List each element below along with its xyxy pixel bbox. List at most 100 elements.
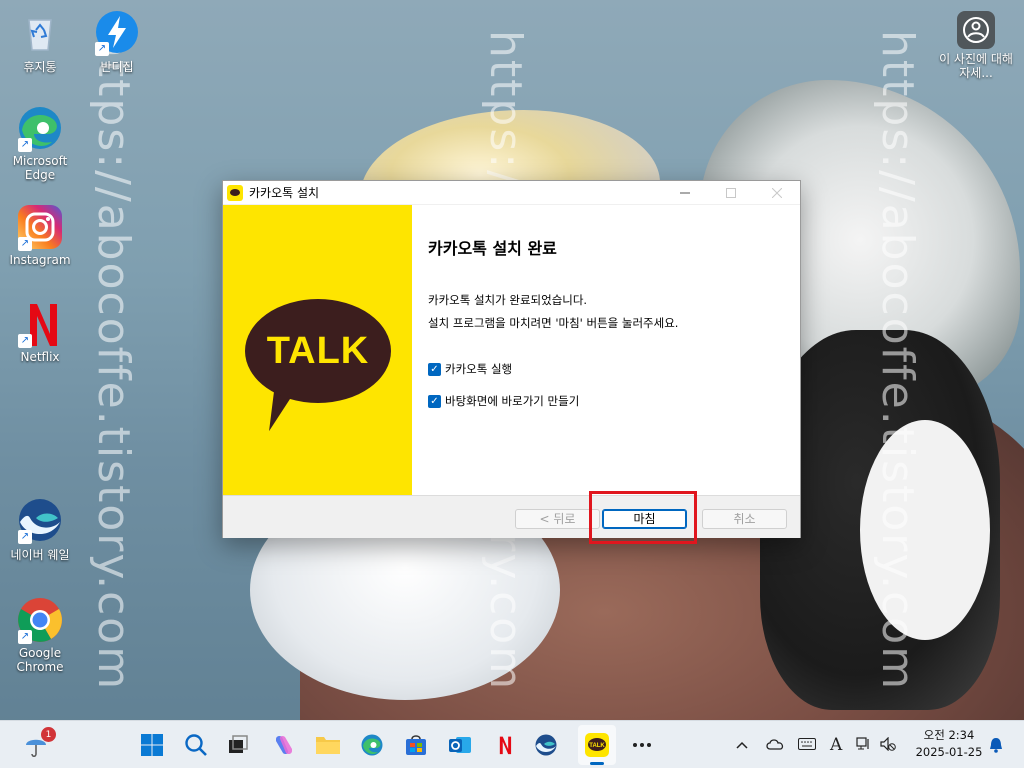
copilot-button[interactable]: [268, 729, 300, 761]
desktop-shortcut-checkbox[interactable]: ✓ 바탕화면에 바로가기 만들기: [428, 393, 784, 409]
desktop-icon-instagram[interactable]: ↗ Instagram: [2, 203, 78, 267]
talk-logo-text: TALK: [266, 329, 370, 372]
volume-muted-icon[interactable]: [880, 736, 897, 754]
desktop-icon-netflix[interactable]: ↗ Netflix: [2, 300, 78, 364]
task-view-icon: [229, 735, 248, 753]
checkbox-checked-icon[interactable]: ✓: [428, 362, 441, 376]
back-button[interactable]: < 뒤로: [515, 509, 600, 529]
checkbox-label: 카카오톡 실행: [445, 362, 513, 376]
shortcut-arrow-icon: ↗: [18, 237, 32, 251]
installer-panel: 카카오톡 설치 완료 카카오톡 설치가 완료되었습니다. 설치 프로그램을 마치…: [412, 205, 800, 495]
shortcut-arrow-icon: ↗: [18, 630, 32, 644]
search-button[interactable]: [180, 729, 212, 761]
microsoft-store-button[interactable]: [400, 729, 432, 761]
svg-text:TALK: TALK: [589, 743, 605, 749]
weather-widget[interactable]: 1: [20, 727, 56, 761]
desktop-icon-edge[interactable]: ↗ Microsoft Edge: [2, 104, 78, 182]
taskbar: 1 TALK A 오전 2:34 2025-01-25: [0, 720, 1024, 768]
shortcut-arrow-icon: ↗: [95, 42, 109, 56]
netflix-icon: [499, 736, 512, 755]
desktop-icon-naver-whale[interactable]: ↗ 네이버 웨일: [2, 496, 78, 563]
bell-icon: [990, 738, 1002, 753]
kakaotalk-banner: TALK: [223, 205, 412, 495]
edge-icon: [361, 734, 383, 756]
edge-icon: ↗: [16, 104, 64, 152]
keyboard-icon[interactable]: [798, 737, 816, 753]
kakaotalk-icon: TALK: [585, 733, 609, 757]
network-icon[interactable]: [856, 736, 872, 754]
window-titlebar[interactable]: 카카오톡 설치: [223, 181, 800, 205]
completion-message-line1: 카카오톡 설치가 완료되었습니다.: [428, 293, 588, 307]
window-title: 카카오톡 설치: [249, 186, 320, 200]
minimize-button[interactable]: [662, 181, 708, 205]
close-icon: [772, 187, 782, 198]
desktop-icon-label: Google Chrome: [16, 646, 64, 674]
desktop-icon-learn-about-picture[interactable]: 이 사진에 대해 자세...: [938, 10, 1014, 80]
windows-logo-icon: [141, 734, 163, 756]
start-button[interactable]: [136, 729, 168, 761]
whale-icon: ↗: [16, 496, 64, 544]
kakaotalk-installer-window: 카카오톡 설치 TALK 카카오톡 설치 완료 카카오톡 설치가 완료되었습니다…: [222, 180, 801, 538]
ellipsis-icon: [633, 743, 651, 747]
onedrive-cloud-icon[interactable]: [766, 738, 784, 753]
task-view-button[interactable]: [222, 729, 254, 761]
taskbar-clock[interactable]: 오전 2:34 2025-01-25: [912, 727, 986, 761]
watermark-text: https://abocoffe.tistory.com: [872, 30, 923, 692]
store-icon: [406, 735, 426, 755]
checkbox-checked-icon[interactable]: ✓: [428, 394, 441, 408]
desktop-icon-recycle-bin[interactable]: 휴지통: [2, 8, 78, 75]
more-apps-button[interactable]: [626, 729, 658, 761]
copilot-icon: [276, 735, 292, 755]
system-tray: A: [734, 721, 897, 768]
search-icon: [185, 734, 207, 756]
desktop-icon-label: Instagram: [9, 253, 71, 267]
cancel-button[interactable]: 취소: [702, 509, 787, 529]
active-app-indicator: [590, 762, 604, 765]
talk-speech-bubble-logo: TALK: [245, 299, 391, 403]
file-explorer-button[interactable]: [312, 729, 344, 761]
recycle-bin-icon: [16, 8, 64, 56]
close-button[interactable]: [754, 181, 800, 205]
outlook-icon: [449, 737, 471, 753]
shortcut-arrow-icon: ↗: [18, 530, 32, 544]
completion-heading: 카카오톡 설치 완료: [428, 239, 557, 258]
whale-taskbar-button[interactable]: [530, 729, 562, 761]
minimize-icon: [680, 192, 690, 193]
notification-badge: 1: [41, 727, 56, 742]
watermark-text: https://abocoffe.tistory.com: [88, 30, 139, 692]
run-kakaotalk-checkbox[interactable]: ✓ 카카오톡 실행: [428, 361, 784, 377]
desktop-icon-label: Microsoft Edge: [12, 154, 68, 182]
kakaotalk-app-icon: [227, 184, 243, 201]
outlook-button[interactable]: [444, 729, 476, 761]
camera-info-icon: [956, 10, 996, 50]
finish-button-highlight-box: [589, 491, 697, 544]
desktop-icon-chrome[interactable]: ↗ Google Chrome: [2, 596, 78, 674]
edge-taskbar-button[interactable]: [356, 729, 388, 761]
checkbox-label: 바탕화면에 바로가기 만들기: [445, 394, 580, 408]
desktop-icon-bandizip[interactable]: ↗ 반디집: [79, 8, 155, 75]
desktop-icon-label: 휴지통: [23, 60, 57, 74]
clock-time: 오전 2:34: [923, 728, 975, 742]
kakaotalk-installer-taskbar-button[interactable]: TALK: [578, 725, 616, 765]
shortcut-arrow-icon: ↗: [18, 334, 32, 348]
netflix-icon: ↗: [16, 300, 64, 348]
options-checklist: ✓ 카카오톡 실행 ✓ 바탕화면에 바로가기 만들기: [428, 361, 784, 409]
netflix-taskbar-button[interactable]: [488, 729, 520, 761]
desktop-icon-label: 이 사진에 대해 자세...: [939, 52, 1013, 80]
clock-date: 2025-01-25: [915, 745, 983, 759]
desktop-icon-label: 반디집: [100, 60, 134, 74]
maximize-icon: [726, 187, 736, 198]
folder-icon: [316, 737, 340, 754]
desktop-icon-label: Netflix: [20, 350, 60, 364]
maximize-button[interactable]: [708, 181, 754, 205]
show-hidden-icons-chevron-up-icon[interactable]: [734, 738, 750, 752]
notifications-button[interactable]: [986, 729, 1006, 761]
chrome-icon: ↗: [16, 596, 64, 644]
instagram-icon: ↗: [16, 203, 64, 251]
bandizip-icon: ↗: [93, 8, 141, 56]
installer-content: TALK 카카오톡 설치 완료 카카오톡 설치가 완료되었습니다. 설치 프로그…: [223, 205, 800, 495]
input-method-indicator[interactable]: A: [830, 735, 842, 755]
installer-button-bar: < 뒤로 마침 취소: [223, 495, 800, 538]
whale-icon: [535, 734, 557, 756]
desktop-icon-label: 네이버 웨일: [10, 548, 70, 562]
